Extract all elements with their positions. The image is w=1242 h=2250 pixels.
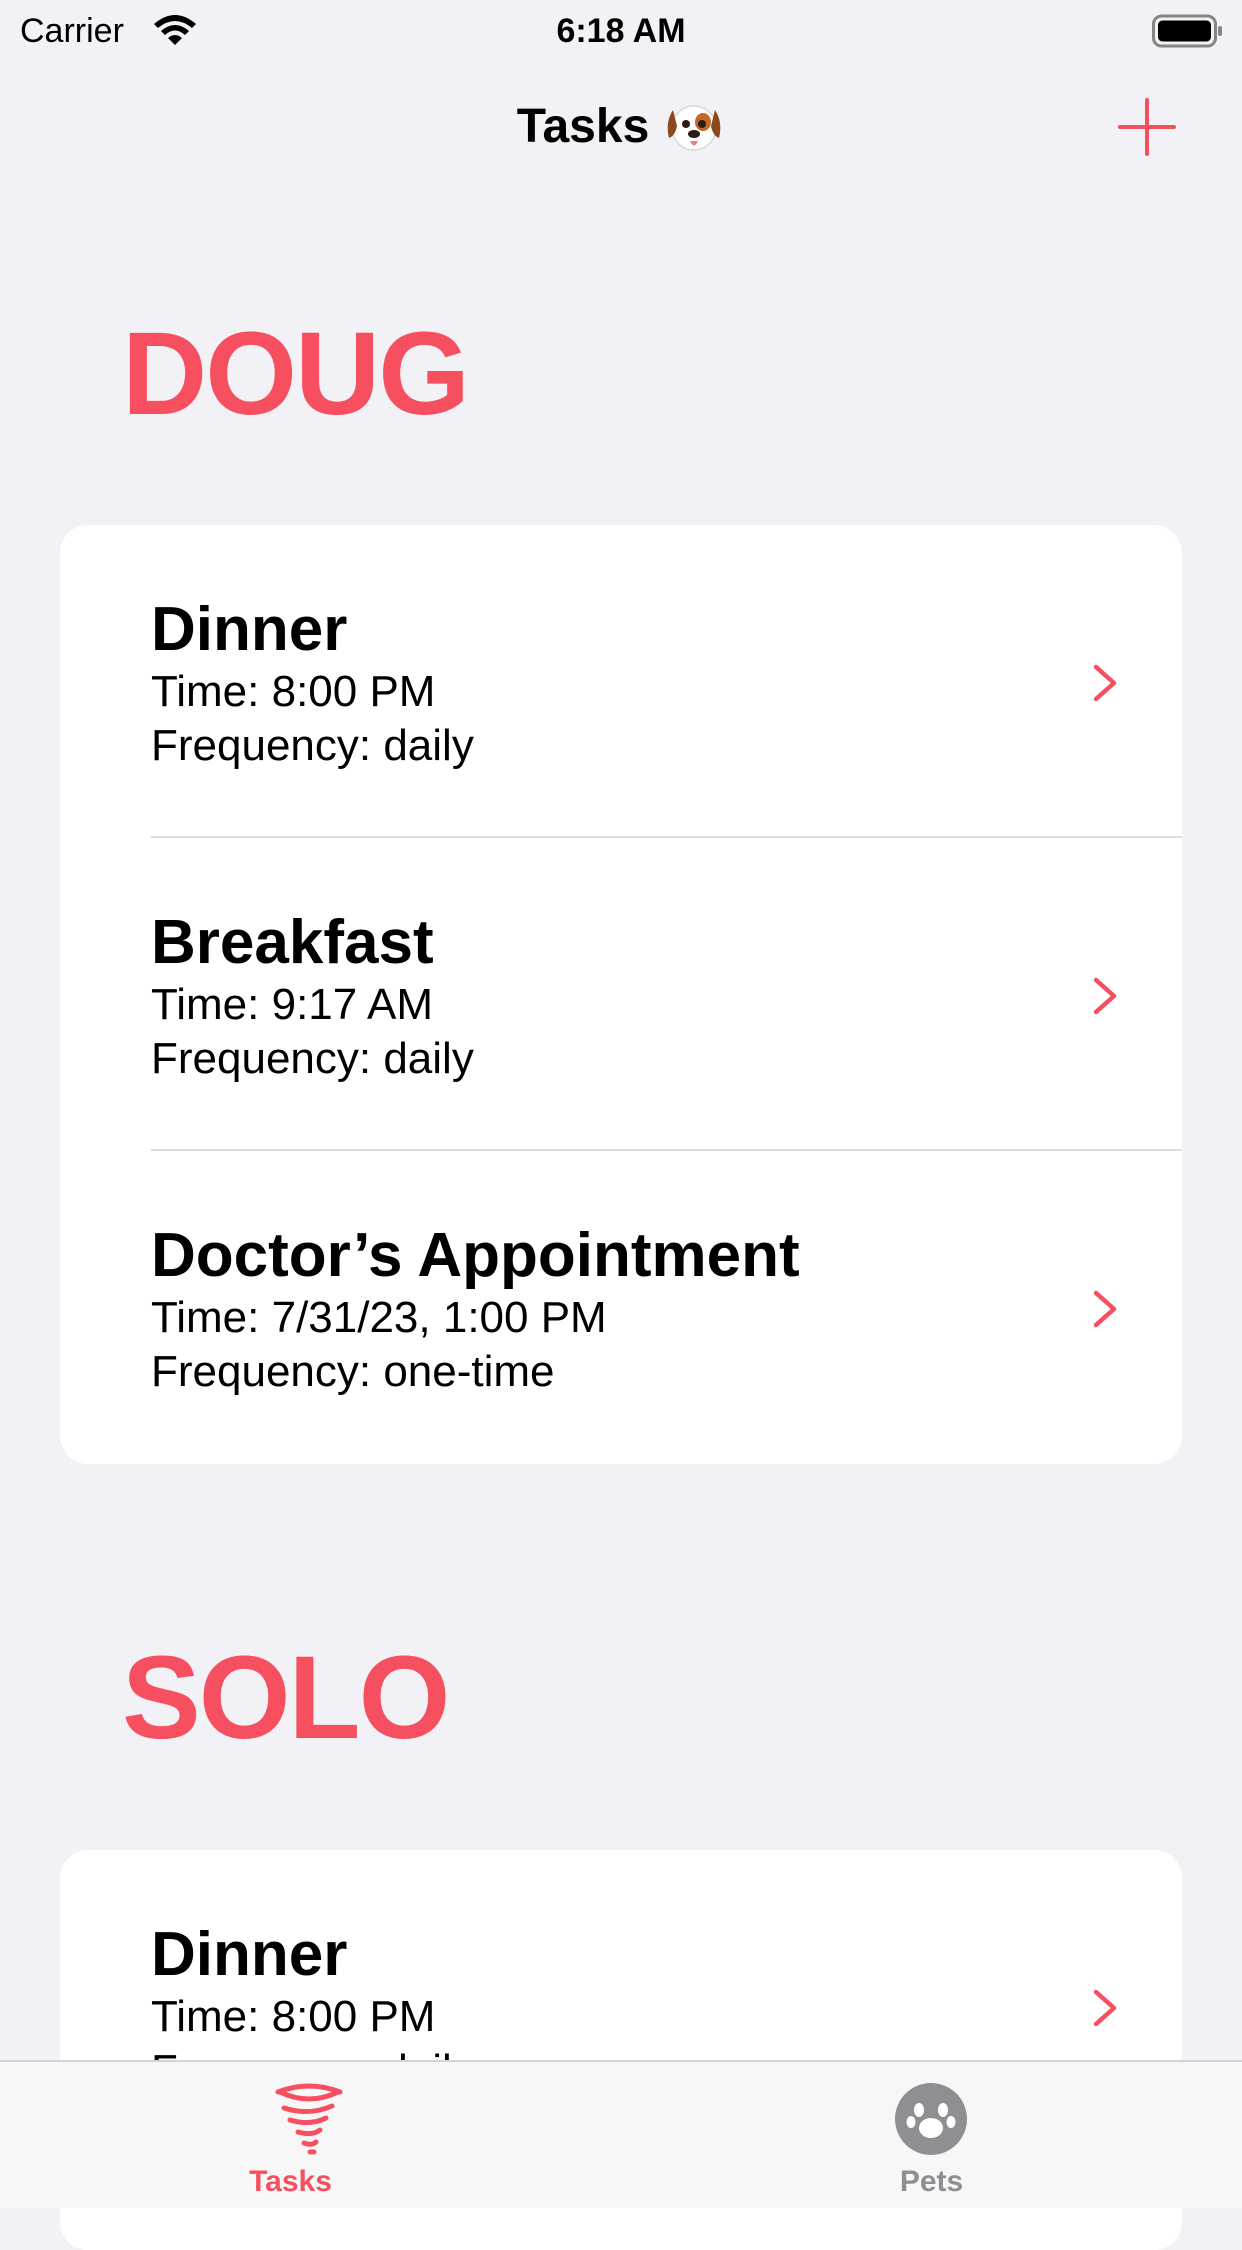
task-row[interactable]: Breakfast Time: 9:17 AM Frequency: daily [60,838,1182,1151]
chevron-right-icon [1093,1989,1117,2027]
add-task-button[interactable] [1116,96,1178,158]
task-title: Dinner [151,1920,348,1989]
nav-title: Tasks [0,96,1242,156]
dog-face-icon [667,105,721,151]
task-time: Time: 8:00 PM [151,1992,436,2041]
task-frequency: Frequency: one-time [151,1347,555,1396]
status-bar: Carrier 6:18 AM [0,0,1242,62]
task-title: Dinner [151,595,348,664]
task-frequency: Frequency: daily [151,1034,474,1083]
task-title: Breakfast [151,908,434,977]
task-time: Time: 9:17 AM [151,980,434,1029]
task-time: Time: 8:00 PM [151,667,436,716]
task-row[interactable]: Doctor’s Appointment Time: 7/31/23, 1:00… [60,1151,1182,1464]
tab-pets[interactable]: Pets [621,2062,1242,2208]
nav-title-text: Tasks [516,100,650,153]
tab-tasks[interactable]: Tasks [0,2062,621,2208]
tab-label: Tasks [249,2165,332,2198]
task-title: Doctor’s Appointment [151,1221,800,1290]
section-title-solo: SOLO [122,1632,450,1764]
status-time: 6:18 AM [556,12,686,50]
task-frequency: Frequency: daily [151,721,474,770]
battery-icon [1152,14,1222,48]
task-time: Time: 7/31/23, 1:00 PM [151,1293,607,1342]
task-list-doug: Dinner Time: 8:00 PM Frequency: daily Br… [60,525,1182,1464]
chevron-right-icon [1093,664,1117,702]
tab-bar: Tasks Pets [0,2060,1242,2208]
chevron-right-icon [1093,1290,1117,1328]
task-row[interactable]: Dinner Time: 8:00 PM Frequency: daily [60,525,1182,838]
chevron-right-icon [1093,977,1117,1015]
tornado-icon [275,2083,343,2155]
tab-label: Pets [899,2165,964,2198]
section-title-doug: DOUG [122,308,470,440]
paw-icon [895,2083,967,2155]
